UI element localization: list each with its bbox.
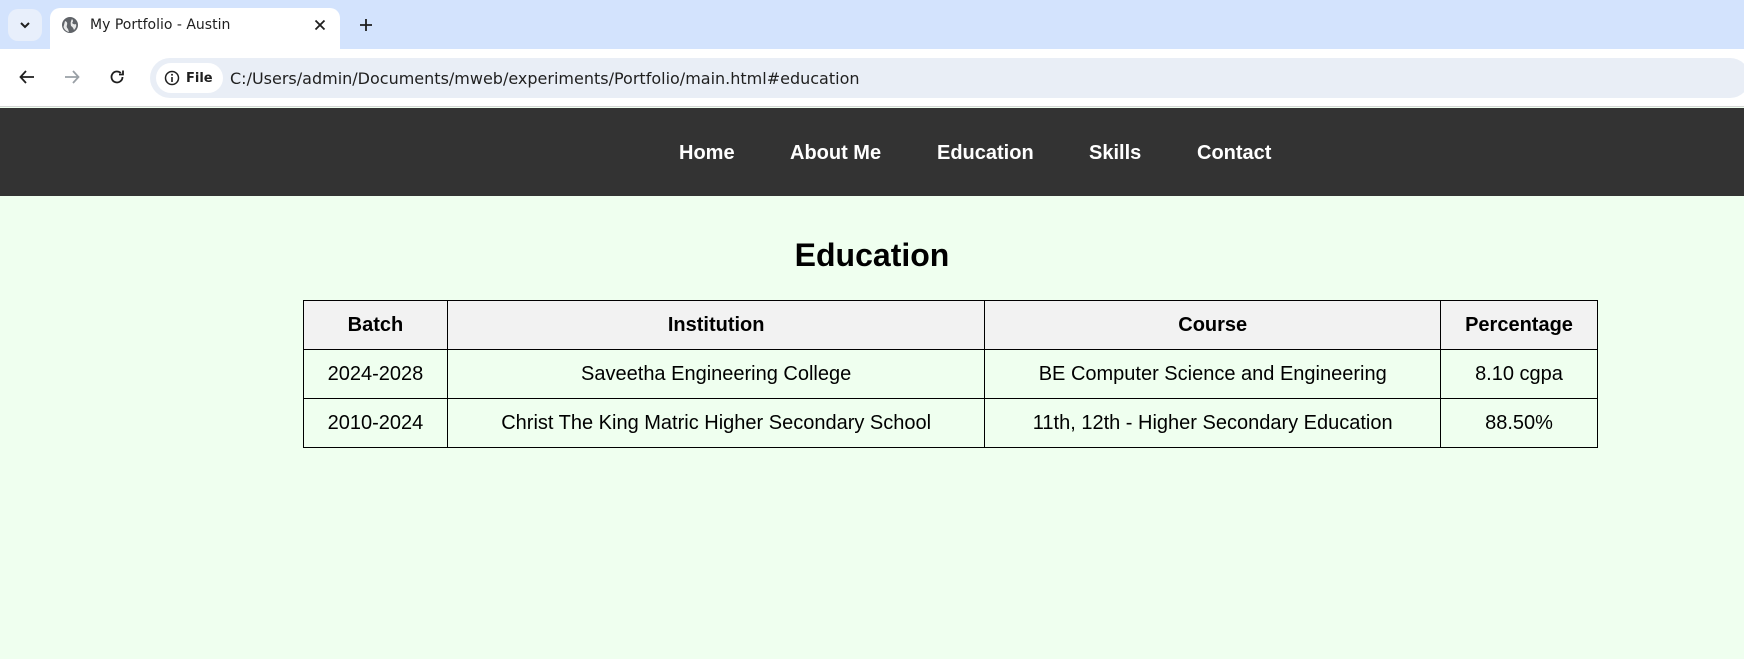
percentage-cell: 8.10 cgpa xyxy=(1440,349,1598,399)
nav-link-education[interactable]: Education xyxy=(937,142,1034,165)
browser-tab-strip: My Portfolio - Austin xyxy=(0,0,1744,49)
close-tab-button[interactable] xyxy=(310,15,330,35)
chevron-down-icon xyxy=(20,22,30,29)
table-row: 2024-2028 Saveetha Engineering College B… xyxy=(303,349,1598,399)
browser-tab[interactable]: My Portfolio - Austin xyxy=(50,8,340,49)
batch-cell: 2024-2028 xyxy=(303,349,448,399)
back-button[interactable] xyxy=(14,64,40,90)
reload-icon xyxy=(110,70,124,84)
batch-cell: 2010-2024 xyxy=(303,398,448,448)
browser-toolbar: File C:/Users/admin/Documents/mweb/exper… xyxy=(0,49,1744,107)
site-info-label: File xyxy=(186,70,213,86)
course-cell: BE Computer Science and Engineering xyxy=(984,349,1441,399)
reload-button[interactable] xyxy=(104,64,130,90)
tab-title: My Portfolio - Austin xyxy=(90,17,231,33)
forward-button[interactable] xyxy=(59,64,85,90)
close-icon xyxy=(314,19,326,31)
table-header-row: Batch Institution Course Percentage xyxy=(303,300,1598,350)
nav-link-about-me[interactable]: About Me xyxy=(790,142,881,165)
percentage-cell: 88.50% xyxy=(1440,398,1598,448)
column-header-institution: Institution xyxy=(446,300,986,350)
nav-link-contact[interactable]: Contact xyxy=(1197,142,1271,165)
plus-icon xyxy=(360,19,372,31)
column-header-percentage: Percentage xyxy=(1440,300,1598,350)
address-bar[interactable]: File C:/Users/admin/Documents/mweb/exper… xyxy=(150,58,1744,98)
column-header-course: Course xyxy=(984,300,1441,350)
site-info-chip[interactable]: File xyxy=(156,63,223,93)
nav-link-home[interactable]: Home xyxy=(679,142,735,165)
site-navbar: Home About Me Education Skills Contact xyxy=(0,108,1744,196)
institution-cell: Saveetha Engineering College xyxy=(446,349,986,399)
education-heading: Education xyxy=(794,237,950,273)
new-tab-button[interactable] xyxy=(355,14,377,36)
arrow-left-icon xyxy=(19,70,34,84)
nav-link-skills[interactable]: Skills xyxy=(1089,142,1141,165)
institution-cell: Christ The King Matric Higher Secondary … xyxy=(446,398,986,448)
education-table: Batch Institution Course Percentage 2024… xyxy=(303,300,1598,448)
url-text[interactable]: C:/Users/admin/Documents/mweb/experiment… xyxy=(230,69,860,88)
course-cell: 11th, 12th - Higher Secondary Education xyxy=(984,398,1441,448)
tab-search-button[interactable] xyxy=(8,9,42,41)
arrow-right-icon xyxy=(65,70,80,84)
column-header-batch: Batch xyxy=(303,300,448,350)
info-icon xyxy=(164,70,180,86)
table-row: 2010-2024 Christ The King Matric Higher … xyxy=(303,398,1598,448)
globe-icon xyxy=(62,17,78,33)
